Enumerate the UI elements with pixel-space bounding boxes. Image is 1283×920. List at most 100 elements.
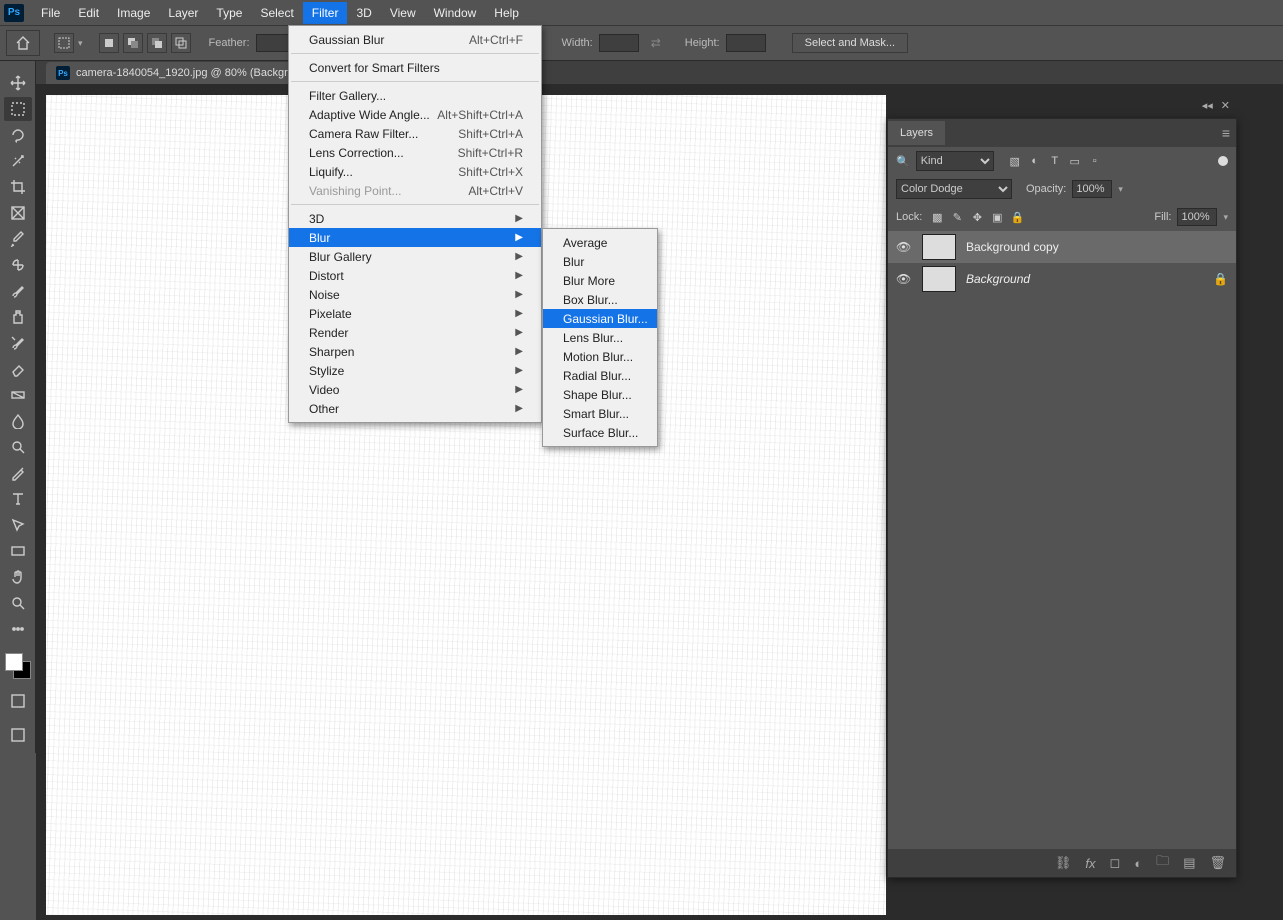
menu-type[interactable]: Type — [207, 2, 251, 24]
menu-item-lens-correction[interactable]: Lens Correction...Shift+Ctrl+R — [289, 143, 541, 162]
screenmode-icon[interactable] — [4, 723, 32, 747]
move-tool[interactable] — [4, 71, 32, 95]
filter-pixel-icon[interactable]: ▧ — [1006, 155, 1024, 168]
selection-subtract-icon[interactable] — [147, 33, 167, 53]
visibility-icon[interactable]: 👁 — [896, 272, 912, 286]
menu-edit[interactable]: Edit — [69, 2, 108, 24]
crop-tool[interactable] — [4, 175, 32, 199]
layer-name[interactable]: Background copy — [966, 240, 1228, 254]
more-tool[interactable] — [4, 617, 32, 641]
menu-3d[interactable]: 3D — [347, 2, 380, 24]
gradient-tool[interactable] — [4, 383, 32, 407]
layer-mask-icon[interactable]: ◻ — [1110, 855, 1121, 871]
zoom-tool[interactable] — [4, 591, 32, 615]
menu-item-pixelate[interactable]: Pixelate▶ — [289, 304, 541, 323]
rectangle-tool[interactable] — [4, 539, 32, 563]
menu-item-smart-blur[interactable]: Smart Blur... — [543, 404, 657, 423]
menu-item-box-blur[interactable]: Box Blur... — [543, 290, 657, 309]
select-and-mask-button[interactable]: Select and Mask... — [792, 33, 909, 53]
layer-thumbnail[interactable] — [922, 234, 956, 260]
menu-item-other[interactable]: Other▶ — [289, 399, 541, 418]
filter-adjust-icon[interactable]: ◐ — [1026, 155, 1044, 168]
menu-item-surface-blur[interactable]: Surface Blur... — [543, 423, 657, 442]
menu-item-blur-gallery[interactable]: Blur Gallery▶ — [289, 247, 541, 266]
selection-add-icon[interactable] — [123, 33, 143, 53]
menu-item-average[interactable]: Average — [543, 233, 657, 252]
clone-tool[interactable] — [4, 305, 32, 329]
frame-tool[interactable] — [4, 201, 32, 225]
delete-layer-icon[interactable]: 🗑 — [1209, 855, 1226, 871]
chevron-down-icon[interactable]: ▾ — [1223, 212, 1228, 223]
new-layer-icon[interactable]: ▤ — [1183, 855, 1195, 871]
menu-item-sharpen[interactable]: Sharpen▶ — [289, 342, 541, 361]
filter-smart-icon[interactable]: ▫ — [1086, 155, 1104, 168]
history-brush-tool[interactable] — [4, 331, 32, 355]
layer-row[interactable]: 👁Background🔒 — [888, 263, 1236, 295]
menu-image[interactable]: Image — [108, 2, 159, 24]
menu-item-3d[interactable]: 3D▶ — [289, 209, 541, 228]
menu-help[interactable]: Help — [485, 2, 528, 24]
eraser-tool[interactable] — [4, 357, 32, 381]
layer-filter-kind[interactable]: Kind — [916, 151, 994, 171]
menu-item-motion-blur[interactable]: Motion Blur... — [543, 347, 657, 366]
marquee-tool[interactable] — [4, 97, 32, 121]
menu-item-stylize[interactable]: Stylize▶ — [289, 361, 541, 380]
lock-transparency-icon[interactable]: ▩ — [928, 211, 946, 224]
panel-close-icon[interactable]: ✕ — [1221, 99, 1230, 112]
brush-tool[interactable] — [4, 279, 32, 303]
filter-toggle-icon[interactable] — [1218, 156, 1228, 166]
dodge-tool[interactable] — [4, 435, 32, 459]
color-swatches[interactable] — [5, 653, 31, 679]
document-tab[interactable]: Ps camera-1840054_1920.jpg @ 80% (Backgr — [46, 62, 298, 84]
visibility-icon[interactable]: 👁 — [896, 240, 912, 254]
chevron-down-icon[interactable]: ▾ — [1118, 184, 1123, 195]
type-tool[interactable] — [4, 487, 32, 511]
menu-view[interactable]: View — [381, 2, 425, 24]
chevron-down-icon[interactable]: ▾ — [78, 38, 83, 49]
menu-item-camera-raw-filter[interactable]: Camera Raw Filter...Shift+Ctrl+A — [289, 124, 541, 143]
hand-tool[interactable] — [4, 565, 32, 589]
menu-item-radial-blur[interactable]: Radial Blur... — [543, 366, 657, 385]
path-select-tool[interactable] — [4, 513, 32, 537]
layers-tab[interactable]: Layers — [888, 121, 945, 145]
opacity-input[interactable] — [1072, 180, 1112, 198]
swap-icon[interactable]: ⇄ — [651, 36, 661, 50]
menu-file[interactable]: File — [32, 2, 69, 24]
menu-item-blur[interactable]: Blur — [543, 252, 657, 271]
selection-intersect-icon[interactable] — [171, 33, 191, 53]
menu-layer[interactable]: Layer — [159, 2, 207, 24]
menu-item-video[interactable]: Video▶ — [289, 380, 541, 399]
group-icon[interactable]: 🗀 — [1156, 852, 1169, 874]
layer-thumbnail[interactable] — [922, 266, 956, 292]
menu-item-blur[interactable]: Blur▶ — [289, 228, 541, 247]
menu-item-render[interactable]: Render▶ — [289, 323, 541, 342]
lock-position-icon[interactable]: ✥ — [968, 211, 986, 224]
lock-artboard-icon[interactable]: ▣ — [988, 211, 1006, 224]
width-input[interactable] — [599, 34, 639, 52]
pen-tool[interactable] — [4, 461, 32, 485]
lasso-tool[interactable] — [4, 123, 32, 147]
menu-select[interactable]: Select — [251, 2, 302, 24]
menu-item-blur-more[interactable]: Blur More — [543, 271, 657, 290]
layer-style-icon[interactable]: fx — [1085, 856, 1095, 871]
lock-all-icon[interactable]: 🔒 — [1008, 211, 1026, 224]
menu-item-gaussian-blur[interactable]: Gaussian Blur... — [543, 309, 657, 328]
menu-item-filter-gallery[interactable]: Filter Gallery... — [289, 86, 541, 105]
quickmask-icon[interactable] — [4, 689, 32, 713]
eyedropper-tool[interactable] — [4, 227, 32, 251]
layer-name[interactable]: Background — [966, 272, 1203, 286]
blur-tool[interactable] — [4, 409, 32, 433]
filter-type-icon[interactable]: T — [1046, 155, 1064, 168]
panel-menu-icon[interactable]: ≡ — [1222, 125, 1230, 141]
menu-item-lens-blur[interactable]: Lens Blur... — [543, 328, 657, 347]
home-button[interactable] — [6, 30, 40, 56]
menu-filter[interactable]: Filter — [303, 2, 348, 24]
healing-tool[interactable] — [4, 253, 32, 277]
height-input[interactable] — [726, 34, 766, 52]
filter-shape-icon[interactable]: ▭ — [1066, 155, 1084, 168]
menu-item-distort[interactable]: Distort▶ — [289, 266, 541, 285]
fill-input[interactable] — [1177, 208, 1217, 226]
marquee-mode-icon[interactable] — [54, 33, 74, 53]
menu-item-adaptive-wide-angle[interactable]: Adaptive Wide Angle...Alt+Shift+Ctrl+A — [289, 105, 541, 124]
link-layers-icon[interactable]: ⛓ — [1055, 855, 1072, 871]
